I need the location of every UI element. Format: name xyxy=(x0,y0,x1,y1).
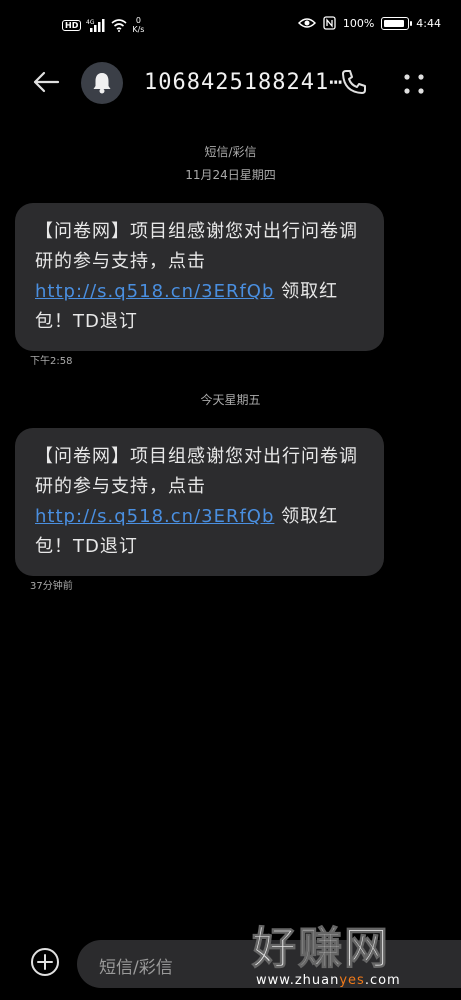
back-button[interactable] xyxy=(30,66,62,98)
status-bar: HD 4G 0 K/s 100% 4:44 xyxy=(0,0,461,52)
eye-icon xyxy=(297,18,316,28)
contact-number: 1068425188241⋯ xyxy=(144,70,344,95)
network-speed-unit: K/s xyxy=(132,25,145,34)
watermark-url-2: yes xyxy=(339,973,365,988)
message-time: 下午2:58 xyxy=(30,356,73,367)
message-bubble[interactable]: 【问卷网】项目组感谢您对出行问卷调研的参与支持，点击 http://s.q518… xyxy=(15,203,384,351)
clock: 4:44 xyxy=(416,16,441,30)
network-speed: 0 K/s xyxy=(132,16,144,34)
message-time: 37分钟前 xyxy=(30,581,73,592)
signal-label: 4G xyxy=(86,19,95,26)
conversation-header: 1068425188241⋯ xyxy=(0,52,461,114)
channel-label: 短信/彩信 xyxy=(204,145,257,159)
nfc-icon xyxy=(323,16,336,30)
input-placeholder: 短信/彩信 xyxy=(99,958,173,978)
battery-percent: 100% xyxy=(342,16,375,30)
message-text: 【问卷网】项目组感谢您对出行问卷调研的参与支持，点击 xyxy=(35,446,358,497)
battery-icon xyxy=(381,16,413,30)
contact-avatar[interactable] xyxy=(81,62,123,104)
message-link[interactable]: http://s.q518.cn/3ERfQb xyxy=(35,281,274,302)
watermark-url-1: www.zhuan xyxy=(256,973,340,988)
plus-circle-icon xyxy=(31,948,59,976)
status-right: 100% 4:44 xyxy=(297,16,441,30)
status-left: HD 4G 0 K/s xyxy=(62,16,144,34)
wifi-icon xyxy=(111,18,127,32)
add-attachment-button[interactable] xyxy=(29,946,61,978)
more-options-button[interactable] xyxy=(400,70,428,98)
message-link[interactable]: http://s.q518.cn/3ERfQb xyxy=(35,506,274,527)
message-bubble[interactable]: 【问卷网】项目组感谢您对出行问卷调研的参与支持，点击 http://s.q518… xyxy=(15,428,384,576)
watermark-logo: 好赚网 www.zhuanyes.com xyxy=(252,923,452,988)
network-speed-value: 0 xyxy=(135,16,141,25)
watermark-url: www.zhuanyes.com xyxy=(256,973,452,988)
date-separator: 今天星期五 xyxy=(200,393,261,407)
message-text: 【问卷网】项目组感谢您对出行问卷调研的参与支持，点击 xyxy=(35,221,358,272)
watermark-title: 好赚网 xyxy=(252,923,390,974)
more-vert-icon xyxy=(404,74,424,94)
watermark-url-3: .com xyxy=(364,973,401,988)
signal-icon: 4G xyxy=(86,18,105,32)
hd-badge: HD xyxy=(62,19,82,31)
call-button[interactable] xyxy=(340,68,368,96)
date-separator: 11月24日星期四 xyxy=(185,168,276,182)
back-arrow-icon xyxy=(33,71,60,93)
bell-icon xyxy=(93,73,111,94)
phone-icon xyxy=(342,70,366,94)
